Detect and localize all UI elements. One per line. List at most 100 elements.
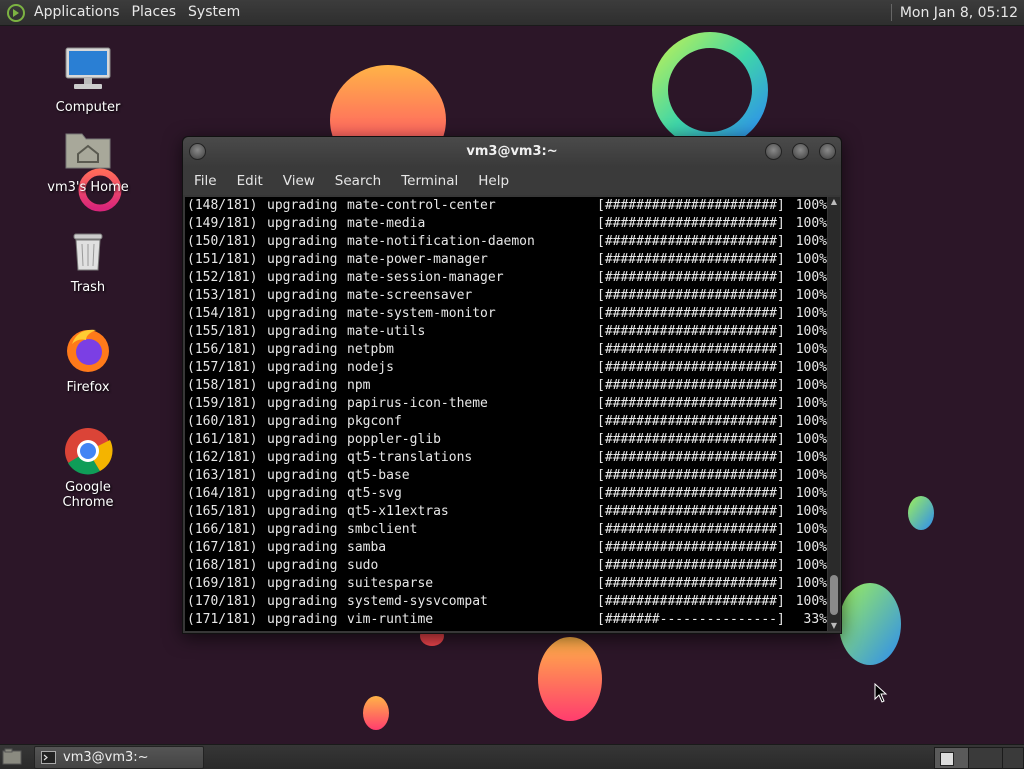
line-percent: 100% (795, 252, 827, 267)
workspace-1[interactable] (934, 747, 970, 769)
scroll-up-arrow-icon[interactable]: ▲ (828, 197, 840, 207)
terminal-menubar: File Edit View Search Terminal Help (183, 167, 841, 195)
line-action: upgrading (267, 504, 338, 519)
line-index: (166/181) (187, 522, 258, 537)
menu-search[interactable]: Search (325, 173, 391, 189)
line-action: upgrading (267, 450, 338, 465)
line-progress-bar: [######################] (597, 558, 785, 573)
terminal-line: (150/181) upgrading mate-notification-daem… (185, 233, 827, 251)
line-action: upgrading (267, 396, 338, 411)
line-progress-bar: [######################] (597, 468, 785, 483)
desktop-icon-firefox[interactable]: Firefox (38, 324, 138, 395)
line-percent: 100% (795, 378, 827, 393)
terminal-line: (149/181) upgrading mate-media [###########… (185, 215, 827, 233)
desktop-icon-trash[interactable]: Trash (38, 224, 138, 295)
clock[interactable]: Mon Jan 8, 05:12 (900, 5, 1018, 21)
places-menu[interactable]: Places (126, 0, 183, 25)
terminal-line: (160/181) upgrading pkgconf [##############… (185, 413, 827, 431)
line-progress-bar: [######################] (597, 288, 785, 303)
scroll-thumb[interactable] (830, 575, 838, 615)
line-progress-bar: [######################] (597, 378, 785, 393)
terminal-line: (168/181) upgrading sudo [#################… (185, 557, 827, 575)
line-percent: 100% (795, 594, 827, 609)
applications-menu[interactable]: Applications (28, 0, 126, 25)
line-action: upgrading (267, 468, 338, 483)
workspace-3[interactable] (1002, 747, 1024, 769)
line-action: upgrading (267, 252, 338, 267)
mate-logo-icon[interactable] (6, 3, 26, 23)
menu-terminal[interactable]: Terminal (391, 173, 468, 189)
line-package: suitesparse (347, 576, 434, 591)
workspace-2[interactable] (968, 747, 1004, 769)
line-package: mate-screensaver (347, 288, 473, 303)
line-progress-bar: [######################] (597, 216, 785, 231)
line-percent: 100% (795, 432, 827, 447)
terminal-line: (171/181) upgrading vim-runtime [#######---… (185, 611, 827, 629)
desktop-icon-home[interactable]: vm3's Home (38, 124, 138, 195)
line-action: upgrading (267, 558, 338, 573)
line-action: upgrading (267, 432, 338, 447)
terminal-window[interactable]: vm3@vm3:~ File Edit View Search Terminal… (182, 136, 842, 634)
line-index: (149/181) (187, 216, 258, 231)
line-index: (157/181) (187, 360, 258, 375)
terminal-output[interactable]: (148/181) upgrading mate-control-center [##… (185, 197, 827, 631)
line-progress-bar: [######################] (597, 234, 785, 249)
line-index: (156/181) (187, 342, 258, 357)
line-package: qt5-translations (347, 450, 473, 465)
line-package: qt5-x11extras (347, 504, 449, 519)
line-percent: 100% (795, 414, 827, 429)
window-titlebar[interactable]: vm3@vm3:~ (183, 137, 841, 167)
terminal-line: (152/181) upgrading mate-session-manager [#… (185, 269, 827, 287)
line-action: upgrading (267, 360, 338, 375)
line-index: (150/181) (187, 234, 258, 249)
line-package: nodejs (347, 360, 394, 375)
desktop-icon-computer[interactable]: Computer (38, 44, 138, 115)
line-index: (165/181) (187, 504, 258, 519)
terminal-line: (157/181) upgrading nodejs [###############… (185, 359, 827, 377)
line-action: upgrading (267, 522, 338, 537)
window-menu-button[interactable] (189, 143, 206, 160)
line-progress-bar: [######################] (597, 414, 785, 429)
taskbar-button-label: vm3@vm3:~ (63, 750, 149, 765)
taskbar-terminal-button[interactable]: vm3@vm3:~ (34, 746, 204, 769)
system-menu[interactable]: System (182, 0, 246, 25)
maximize-button[interactable] (792, 143, 809, 160)
line-package: qt5-svg (347, 486, 402, 501)
menu-edit[interactable]: Edit (227, 173, 273, 189)
line-progress-bar: [######################] (597, 522, 785, 537)
line-percent: 100% (795, 342, 827, 357)
menu-view[interactable]: View (273, 173, 325, 189)
workspace-window-thumbnail (940, 752, 954, 766)
line-progress-bar: [######################] (597, 486, 785, 501)
line-index: (168/181) (187, 558, 258, 573)
line-package: smbclient (347, 522, 418, 537)
desktop-icon-chrome[interactable]: Google Chrome (38, 424, 138, 510)
minimize-button[interactable] (765, 143, 782, 160)
terminal-scrollbar[interactable]: ▲ ▼ (828, 197, 840, 631)
line-percent: 100% (795, 486, 827, 501)
line-percent: 100% (795, 234, 827, 249)
show-desktop-icon[interactable] (2, 748, 22, 766)
terminal-line: (162/181) upgrading qt5-translations [#####… (185, 449, 827, 467)
desktop-icon-label: Computer (55, 100, 121, 115)
terminal-line: (158/181) upgrading npm [##################… (185, 377, 827, 395)
terminal-line: (153/181) upgrading mate-screensaver [#####… (185, 287, 827, 305)
terminal-line: (161/181) upgrading poppler-glib [#########… (185, 431, 827, 449)
line-index: (148/181) (187, 198, 258, 213)
line-progress-bar: [#######---------------] (597, 612, 785, 627)
line-package: mate-power-manager (347, 252, 488, 267)
line-action: upgrading (267, 234, 338, 249)
terminal-line: (166/181) upgrading smbclient [############… (185, 521, 827, 539)
scroll-down-arrow-icon[interactable]: ▼ (828, 621, 840, 631)
menu-file[interactable]: File (183, 173, 227, 189)
line-progress-bar: [######################] (597, 450, 785, 465)
close-button[interactable] (819, 143, 836, 160)
desktop-icon-label: Trash (70, 280, 106, 295)
terminal-line: (167/181) upgrading samba [################… (185, 539, 827, 557)
terminal-line: (169/181) upgrading suitesparse [##########… (185, 575, 827, 593)
line-index: (153/181) (187, 288, 258, 303)
menu-help[interactable]: Help (468, 173, 519, 189)
line-action: upgrading (267, 486, 338, 501)
desktop-icon-label: Firefox (66, 380, 110, 395)
line-package: mate-control-center (347, 198, 496, 213)
